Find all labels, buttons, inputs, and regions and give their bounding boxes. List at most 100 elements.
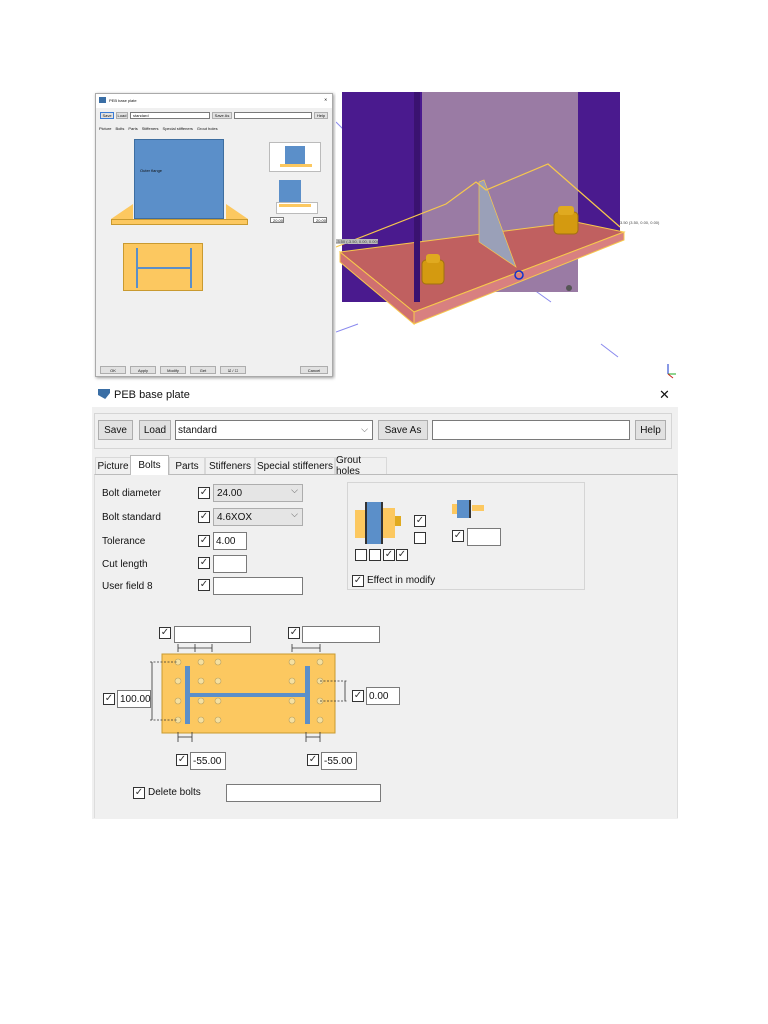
small-save-as-button[interactable]: Save As: [212, 112, 232, 119]
small-load-button[interactable]: Load: [116, 112, 128, 119]
tolerance-checkbox[interactable]: ✓: [198, 535, 210, 547]
app-icon: [98, 389, 110, 399]
edge-distance-input[interactable]: 100.00: [117, 690, 151, 708]
small-help-button[interactable]: Help: [314, 112, 328, 119]
extra-length-checkbox[interactable]: ✓: [452, 530, 464, 542]
chevron-down-icon: ⌵: [291, 485, 298, 495]
assembly-checkbox-2[interactable]: [369, 549, 381, 561]
cut-length-label: Cut length: [102, 559, 148, 570]
small-tab[interactable]: Stiffeners: [142, 126, 159, 134]
base-plate-plan-picture: [123, 243, 203, 291]
delete-bolts-label: Delete bolts: [148, 787, 201, 798]
app-icon: [99, 97, 106, 103]
get-button[interactable]: Get: [190, 366, 216, 374]
extra-length-input[interactable]: [467, 528, 501, 546]
bolt-hole: [316, 658, 324, 666]
preset-combo[interactable]: standard ⌵: [175, 420, 373, 440]
bolt-hole: [316, 716, 324, 724]
help-button[interactable]: Help: [635, 420, 666, 440]
bolt-length-picture: [452, 500, 488, 520]
small-tab[interactable]: Special stiffeners: [163, 126, 193, 134]
tab-parts[interactable]: Parts: [169, 457, 205, 474]
bolt-hole: [288, 658, 296, 666]
assembly-checkbox-1[interactable]: [355, 549, 367, 561]
bolt-hole: [197, 658, 205, 666]
delete-bolts-checkbox[interactable]: ✓: [133, 787, 145, 799]
tab-picture[interactable]: Picture: [95, 457, 131, 474]
small-dim-left[interactable]: 20.00: [270, 217, 284, 223]
close-icon[interactable]: ✕: [659, 387, 670, 403]
chevron-down-icon: ⌵: [291, 509, 298, 519]
cut-length-input[interactable]: [213, 555, 247, 573]
preset-value: standard: [178, 424, 217, 436]
dialog-title: PEB base plate: [114, 389, 190, 401]
load-button[interactable]: Load: [139, 420, 171, 440]
bolt-diameter-value: 24.00: [217, 487, 243, 499]
assembly-checkbox-3[interactable]: ✓: [383, 549, 395, 561]
save-as-name-input[interactable]: [432, 420, 630, 440]
cancel-button[interactable]: Cancel: [300, 366, 328, 374]
save-as-button[interactable]: Save As: [378, 420, 428, 440]
top-left-spacing-checkbox[interactable]: ✓: [159, 627, 171, 639]
bolt-diameter-checkbox[interactable]: ✓: [198, 487, 210, 499]
tab-special-stiffeners[interactable]: Special stiffeners: [255, 457, 335, 474]
save-button[interactable]: Save: [98, 420, 133, 440]
small-save-as-input[interactable]: [234, 112, 312, 119]
small-tab[interactable]: Grout holes: [197, 126, 218, 134]
bottom-right-offset-checkbox[interactable]: ✓: [307, 754, 319, 766]
bolt-layout-diagram: [150, 644, 348, 742]
model-3d-render: [336, 92, 676, 379]
modify-button[interactable]: Modify: [160, 366, 186, 374]
chevron-down-icon: ⌵: [361, 424, 368, 434]
bolt-diameter-select[interactable]: 24.00 ⌵: [213, 484, 303, 502]
effect-in-modify-checkbox[interactable]: ✓: [352, 575, 364, 587]
right-offset-input[interactable]: 0.00: [366, 687, 400, 705]
user-field-8-input[interactable]: [213, 577, 303, 595]
bolt-standard-select[interactable]: 4.6XOX ⌵: [213, 508, 303, 526]
bolt-hole: [214, 658, 222, 666]
tab-grout-holes[interactable]: Grout holes: [335, 455, 387, 477]
bolt-standard-checkbox[interactable]: ✓: [198, 511, 210, 523]
washer-checkbox[interactable]: ✓: [414, 515, 426, 527]
right-offset-checkbox[interactable]: ✓: [352, 690, 364, 702]
small-tab[interactable]: Parts: [128, 126, 137, 134]
small-preset-combo[interactable]: standard: [130, 112, 210, 119]
top-right-spacing-checkbox[interactable]: ✓: [288, 627, 300, 639]
small-tab[interactable]: Picture: [99, 126, 111, 134]
delete-bolts-input[interactable]: [226, 784, 381, 802]
tab-bolts[interactable]: Bolts: [130, 455, 169, 475]
preview-column-mid: [279, 180, 301, 202]
bolt-hole: [214, 677, 222, 685]
bolt-hole: [288, 697, 296, 705]
tolerance-input[interactable]: 4.00: [213, 532, 247, 550]
ok-button[interactable]: OK: [100, 366, 126, 374]
small-save-button[interactable]: Save: [100, 112, 114, 119]
edge-distance-checkbox[interactable]: ✓: [103, 693, 115, 705]
coord-label-left: -3.50 (-3.50, 0.00, 0.00): [336, 239, 379, 244]
bolt-hole: [197, 716, 205, 724]
effect-in-modify-label: Effect in modify: [367, 575, 436, 586]
apply-button[interactable]: Apply: [130, 366, 156, 374]
small-dim-right[interactable]: 20.00: [313, 217, 327, 223]
preview-box-mid: [276, 202, 318, 214]
bolt-standard-label: Bolt standard: [102, 512, 161, 523]
small-title-bar: PEB base plate ✕: [96, 94, 332, 108]
bottom-right-offset-input[interactable]: -55.00: [321, 752, 357, 770]
small-tab[interactable]: Bolts: [115, 126, 124, 134]
bolt-hole: [174, 697, 182, 705]
base-plate-elevation: [111, 219, 248, 225]
toggle-all-button[interactable]: ☑ / ☐: [220, 366, 246, 374]
preview-box-top: [269, 142, 321, 172]
bottom-left-offset-checkbox[interactable]: ✓: [176, 754, 188, 766]
bolt-diameter-label: Bolt diameter: [102, 488, 161, 499]
stiffener-right: [226, 204, 248, 219]
model-view[interactable]: 3.50 (3.50, 0.00, 0.00) -3.50 (-3.50, 0.…: [336, 92, 680, 380]
assembly-checkbox-4[interactable]: ✓: [396, 549, 408, 561]
small-close-icon[interactable]: ✕: [324, 97, 327, 102]
tab-stiffeners[interactable]: Stiffeners: [205, 457, 255, 474]
cut-length-checkbox[interactable]: ✓: [198, 557, 210, 569]
user-field-8-checkbox[interactable]: ✓: [198, 579, 210, 591]
nut-checkbox[interactable]: [414, 532, 426, 544]
bottom-left-offset-input[interactable]: -55.00: [190, 752, 226, 770]
bolt-hole: [197, 677, 205, 685]
